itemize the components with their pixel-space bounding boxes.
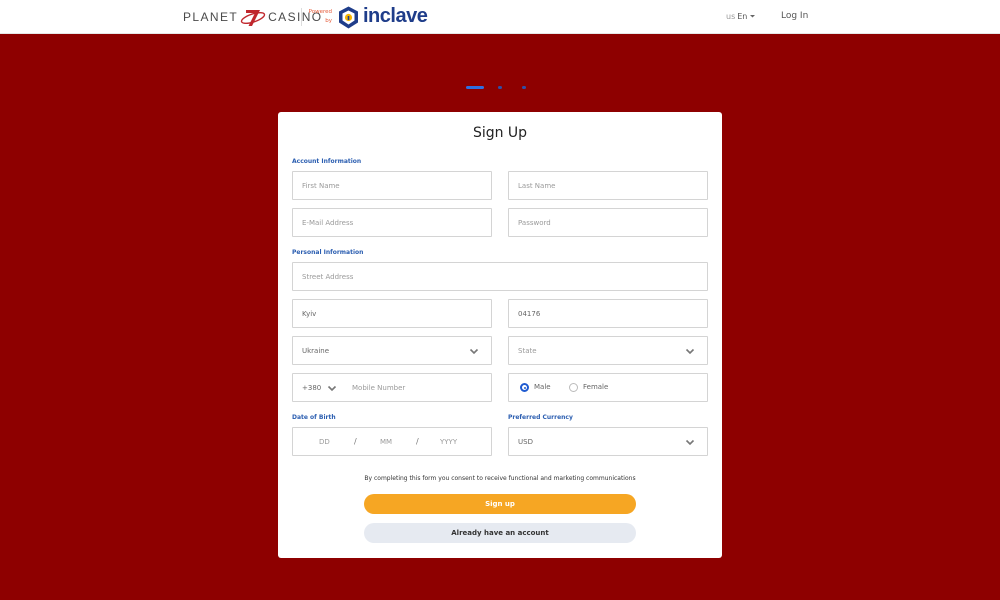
- step-dot-active: [466, 86, 484, 89]
- header-divider: [301, 8, 302, 26]
- personal-section-label: Personal Information: [292, 249, 364, 256]
- language-prefix: us: [726, 12, 736, 21]
- existing-account-button[interactable]: Already have an account: [364, 523, 636, 543]
- email-field[interactable]: E-Mail Address: [292, 208, 492, 237]
- step-dot: [498, 86, 502, 89]
- state-select[interactable]: State: [508, 336, 708, 365]
- powered-line-1: Powered: [308, 9, 332, 15]
- login-link[interactable]: Log In: [781, 11, 808, 21]
- consent-text: By completing this form you consent to r…: [364, 475, 636, 482]
- city-field[interactable]: Kyiv: [292, 299, 492, 328]
- dob-separator: /: [416, 437, 419, 446]
- dob-year-input[interactable]: YYYY: [440, 438, 457, 446]
- dob-day-input[interactable]: DD: [319, 438, 330, 446]
- language-code: En: [737, 12, 748, 21]
- currency-value: USD: [518, 438, 533, 446]
- last-name-field[interactable]: Last Name: [508, 171, 708, 200]
- first-name-field[interactable]: First Name: [292, 171, 492, 200]
- phone-field[interactable]: +380 Mobile Number: [292, 373, 492, 402]
- city-value: Kyiv: [302, 310, 317, 318]
- currency-label: Preferred Currency: [508, 414, 573, 421]
- inclave-shield-icon: [338, 6, 359, 29]
- state-placeholder: State: [518, 347, 537, 355]
- chevron-down-icon: [469, 346, 479, 356]
- powered-line-2: by: [325, 18, 332, 24]
- account-section-label: Account Information: [292, 158, 362, 165]
- dob-label: Date of Birth: [292, 414, 336, 421]
- powered-by-label: Powered by: [306, 8, 332, 26]
- phone-code[interactable]: +380: [302, 384, 321, 392]
- password-field[interactable]: Password: [508, 208, 708, 237]
- first-name-placeholder: First Name: [302, 182, 340, 190]
- chevron-down-icon: [685, 437, 695, 447]
- gender-male-label[interactable]: Male: [534, 383, 551, 391]
- gender-female-radio[interactable]: [569, 383, 578, 392]
- chevron-down-icon: [685, 346, 695, 356]
- gender-field: Male Female: [508, 373, 708, 402]
- partner-name: inclave: [363, 5, 428, 27]
- language-selector[interactable]: us En: [726, 12, 756, 21]
- mobile-placeholder: Mobile Number: [352, 384, 406, 392]
- last-name-placeholder: Last Name: [518, 182, 556, 190]
- signup-button[interactable]: Sign up: [364, 494, 636, 514]
- email-placeholder: E-Mail Address: [302, 219, 354, 227]
- chevron-down-icon[interactable]: [327, 383, 337, 395]
- caret-down-icon: [749, 12, 756, 21]
- brand-word-left: PLANET: [183, 10, 239, 24]
- dob-month-input[interactable]: MM: [380, 438, 392, 446]
- dob-separator: /: [354, 437, 357, 446]
- zip-field[interactable]: 04176: [508, 299, 708, 328]
- country-select[interactable]: Ukraine: [292, 336, 492, 365]
- password-placeholder: Password: [518, 219, 551, 227]
- page-title: Sign Up: [472, 125, 528, 141]
- currency-select[interactable]: USD: [508, 427, 708, 456]
- gender-female-label[interactable]: Female: [583, 383, 608, 391]
- planet-seven-logo-icon: [240, 7, 266, 27]
- gender-male-radio[interactable]: [520, 383, 529, 392]
- street-address-field[interactable]: Street Address: [292, 262, 708, 291]
- top-bar: PLANET CASINO Powered by inclave us En L…: [0, 0, 1000, 34]
- zip-value: 04176: [518, 310, 541, 318]
- dob-field: DD / MM / YYYY: [292, 427, 492, 456]
- country-value: Ukraine: [302, 347, 330, 355]
- street-placeholder: Street Address: [302, 273, 354, 281]
- step-dot: [522, 86, 526, 89]
